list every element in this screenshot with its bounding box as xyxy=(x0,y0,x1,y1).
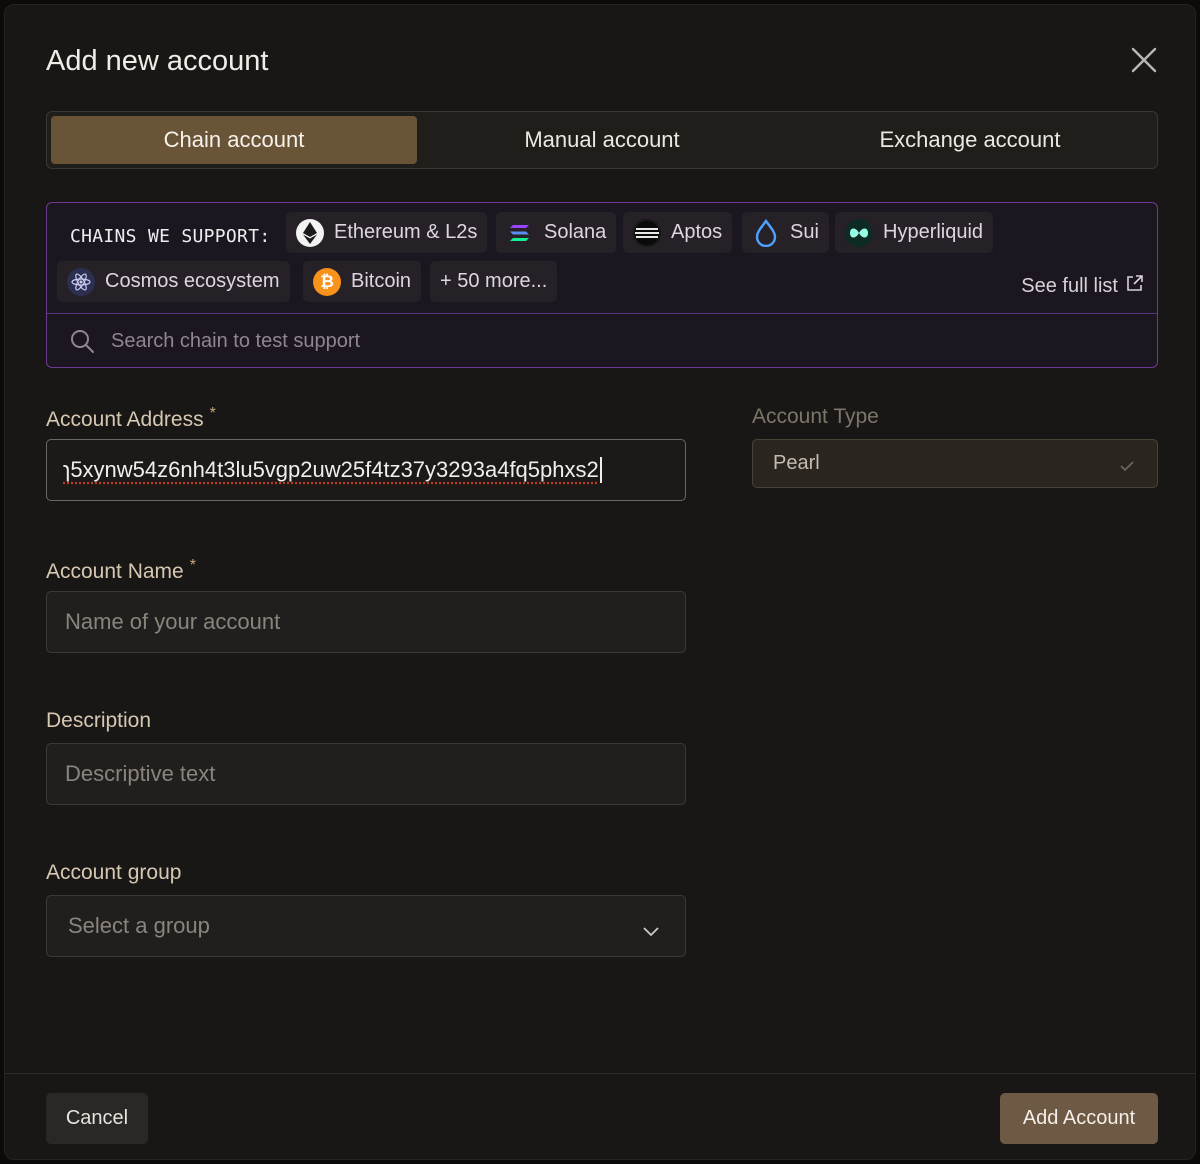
account-group-label: Account group xyxy=(46,861,182,884)
account-group-placeholder: Select a group xyxy=(68,913,210,938)
supported-chains-panel: CHAINS WE SUPPORT: Ethereum & L2s Solana… xyxy=(46,202,1158,368)
tab-manual-account[interactable]: Manual account xyxy=(419,116,785,164)
ethereum-icon xyxy=(296,218,324,247)
account-name-input[interactable]: Name of your account xyxy=(46,591,686,653)
see-full-list-link[interactable]: See full list xyxy=(1021,275,1143,298)
chain-chip-label: Bitcoin xyxy=(351,270,412,292)
chain-chip-cosmos[interactable]: Cosmos ecosystem xyxy=(57,261,290,302)
account-address-label: Account Address * xyxy=(46,405,216,432)
aptos-icon xyxy=(633,218,661,247)
chevron-down-icon xyxy=(642,918,660,944)
bitcoin-icon: ₿ xyxy=(313,267,341,296)
check-icon xyxy=(1119,456,1135,479)
account-group-select[interactable]: Select a group xyxy=(46,895,686,957)
account-type-select[interactable]: Pearl xyxy=(752,439,1158,488)
close-icon[interactable] xyxy=(1129,45,1159,75)
account-address-value: ɿ5xynw54z6nh4t3lu5vgp2uw25f4tz37y3293a4f… xyxy=(63,457,599,482)
chain-chip-solana[interactable]: Solana xyxy=(496,212,617,253)
account-type-tabs: Chain account Manual account Exchange ac… xyxy=(46,111,1158,169)
account-address-label-text: Account Address xyxy=(46,408,204,431)
text-caret xyxy=(599,457,602,483)
account-type-value: Pearl xyxy=(773,452,820,474)
chains-label: CHAINS WE SUPPORT: xyxy=(70,226,271,247)
dialog-title: Add new account xyxy=(46,45,269,77)
cosmos-icon xyxy=(67,267,95,296)
chain-chip-hyperliquid[interactable]: Hyperliquid xyxy=(835,212,994,253)
chain-chip-ethereum[interactable]: Ethereum & L2s xyxy=(286,212,488,253)
chain-chip-sui[interactable]: Sui xyxy=(742,212,829,253)
chain-chip-label: Aptos xyxy=(671,221,723,243)
chain-chip-label: Solana xyxy=(544,221,607,243)
account-name-label-text: Account Name xyxy=(46,560,184,583)
account-address-input[interactable]: ɿ5xynw54z6nh4t3lu5vgp2uw25f4tz37y3293a4f… xyxy=(46,439,686,501)
required-mark: * xyxy=(189,557,196,574)
footer-divider xyxy=(5,1073,1195,1074)
account-name-label: Account Name * xyxy=(46,557,196,584)
add-account-button[interactable]: Add Account xyxy=(1000,1093,1158,1144)
chain-chip-label: Cosmos ecosystem xyxy=(105,270,280,292)
chain-search-bar xyxy=(47,313,1157,367)
chain-chip-label: Hyperliquid xyxy=(883,221,984,243)
description-input[interactable]: Descriptive text xyxy=(46,743,686,805)
chain-chip-label: Sui xyxy=(790,221,819,243)
account-type-label: Account Type xyxy=(752,405,879,428)
chain-chip-label: Ethereum & L2s xyxy=(334,221,478,243)
cancel-button[interactable]: Cancel xyxy=(46,1093,148,1144)
external-link-icon xyxy=(1126,275,1143,298)
chain-chip-bitcoin[interactable]: ₿ Bitcoin xyxy=(303,261,422,302)
see-full-list-label: See full list xyxy=(1021,275,1118,297)
tab-chain-account[interactable]: Chain account xyxy=(51,116,417,164)
add-account-dialog: Add new account Chain account Manual acc… xyxy=(4,4,1196,1160)
chain-search-input[interactable] xyxy=(111,324,1011,358)
required-mark: * xyxy=(209,405,216,422)
tab-exchange-account[interactable]: Exchange account xyxy=(787,116,1153,164)
search-icon xyxy=(69,328,95,359)
solana-icon xyxy=(506,219,534,247)
more-chains-chip[interactable]: + 50 more... xyxy=(430,261,558,302)
description-label: Description xyxy=(46,709,152,732)
chain-chip-aptos[interactable]: Aptos xyxy=(623,212,733,253)
hyperliquid-icon xyxy=(845,218,873,247)
sui-icon xyxy=(752,218,780,247)
